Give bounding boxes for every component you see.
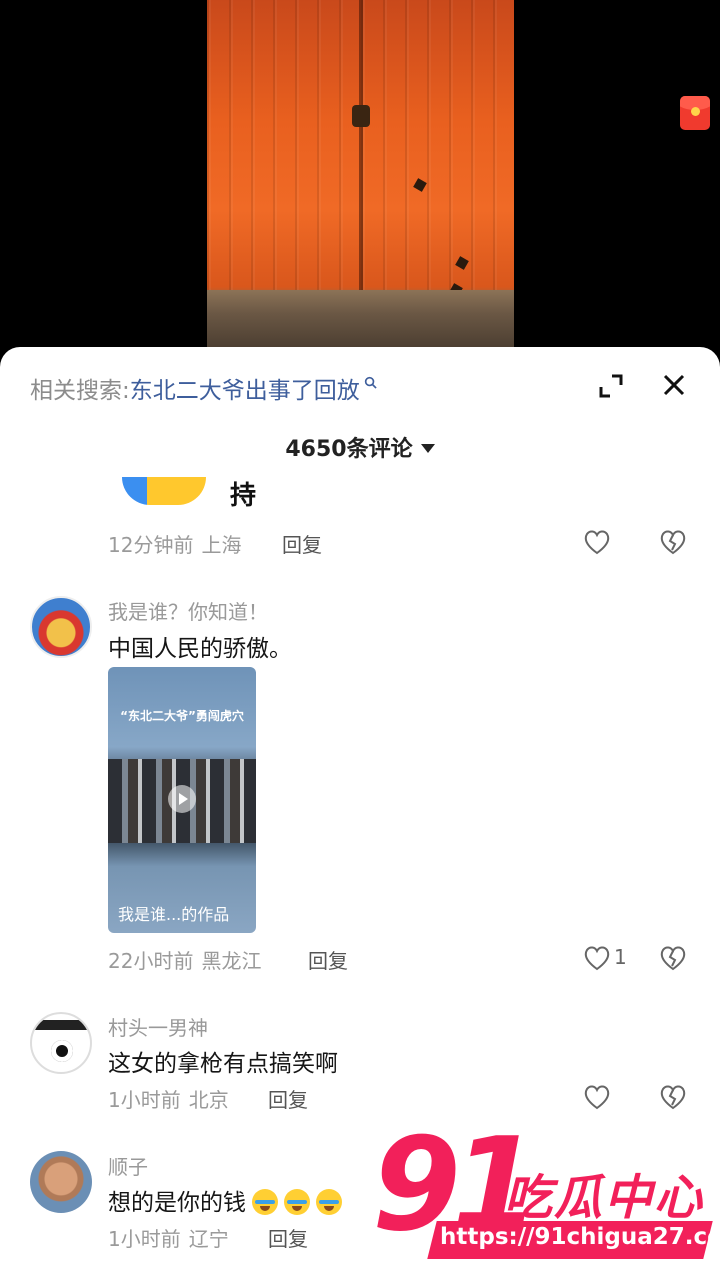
watermark-logo-text: 吃瓜中心 xyxy=(504,1170,705,1226)
broken-heart-icon[interactable] xyxy=(658,944,688,972)
reply-button[interactable]: 回复 xyxy=(308,945,348,974)
video-card-caption: 我是谁...的作品 xyxy=(118,905,230,924)
comments-panel: 相关搜索: 东北二大爷出事了回放 4650条评论 持 12分钟前 上海 回复 我… xyxy=(0,347,720,1280)
avatar[interactable] xyxy=(30,1151,92,1213)
red-packet-icon[interactable] xyxy=(680,96,710,130)
related-search-prefix: 相关搜索: xyxy=(30,378,130,404)
crying-emoji-icon xyxy=(316,1189,342,1215)
related-search-query[interactable]: 东北二大爷出事了回放 xyxy=(130,371,360,405)
comment-meta: 22小时前 黑龙江 xyxy=(108,945,261,974)
partial-sticker xyxy=(122,477,206,505)
broken-heart-icon[interactable] xyxy=(658,1083,688,1111)
video-player[interactable] xyxy=(0,0,720,360)
like-count: 1 xyxy=(614,945,627,969)
reply-button[interactable]: 回复 xyxy=(268,1084,308,1113)
door-seam xyxy=(359,0,363,320)
video-card-title: “东北二大爷”勇闯虎穴 xyxy=(120,709,244,723)
avatar[interactable] xyxy=(30,1012,92,1074)
video-frame-door xyxy=(207,0,514,350)
reply-button[interactable]: 回复 xyxy=(268,1223,308,1252)
heart-icon[interactable] xyxy=(582,1083,612,1111)
crying-emoji-icon xyxy=(284,1189,310,1215)
expand-icon[interactable] xyxy=(598,373,624,399)
close-icon[interactable] xyxy=(660,371,688,399)
comment-location: 上海 xyxy=(201,533,242,557)
comment-location: 北京 xyxy=(188,1088,229,1112)
partial-comment-text: 持 xyxy=(230,481,257,511)
comment-time: 1小时前 xyxy=(108,1227,181,1251)
door-bottom xyxy=(207,290,514,350)
reply-button[interactable]: 回复 xyxy=(282,529,322,558)
caret-down-icon xyxy=(420,444,435,453)
comment-username[interactable]: 我是谁？你知道！ xyxy=(108,596,268,625)
broken-heart-icon[interactable] xyxy=(658,528,688,556)
comment-meta: 1小时前 北京 xyxy=(108,1084,229,1113)
comment-time: 1小时前 xyxy=(108,1088,181,1112)
related-search[interactable]: 相关搜索: 东北二大爷出事了回放 xyxy=(30,371,377,405)
comment-time: 22小时前 xyxy=(108,949,194,973)
play-icon xyxy=(168,785,196,813)
comment-time: 12分钟前 xyxy=(108,533,194,557)
comment-text: 中国人民的骄傲。 xyxy=(108,636,292,662)
door-lock xyxy=(352,105,370,127)
watermark-url: https://91chigua27.com xyxy=(440,1224,720,1250)
heart-icon[interactable] xyxy=(582,528,612,556)
comment-location: 黑龙江 xyxy=(201,949,262,973)
comment-username[interactable]: 村头一男神 xyxy=(108,1012,208,1041)
door-dent xyxy=(455,256,469,270)
avatar[interactable] xyxy=(30,596,92,658)
comment-count-label: 4650条评论 xyxy=(285,437,413,462)
comment-location: 辽宁 xyxy=(188,1227,229,1251)
comment-text: 想的是你的钱 xyxy=(108,1190,246,1216)
comment-meta: 1小时前 辽宁 xyxy=(108,1223,229,1252)
search-icon xyxy=(364,376,377,389)
door-dent xyxy=(413,178,427,192)
comment-username[interactable]: 顺子 xyxy=(108,1151,148,1180)
comment-text-row: 想的是你的钱 xyxy=(108,1183,342,1217)
comment-count[interactable]: 4650条评论 xyxy=(0,431,720,463)
heart-icon[interactable] xyxy=(582,944,612,972)
comment-meta: 12分钟前 上海 xyxy=(108,529,241,558)
crying-emoji-icon xyxy=(252,1189,278,1215)
comment-text: 这女的拿枪有点搞笑啊 xyxy=(108,1051,338,1077)
comment-video-card[interactable]: “东北二大爷”勇闯虎穴 我是谁...的作品 xyxy=(108,667,256,933)
